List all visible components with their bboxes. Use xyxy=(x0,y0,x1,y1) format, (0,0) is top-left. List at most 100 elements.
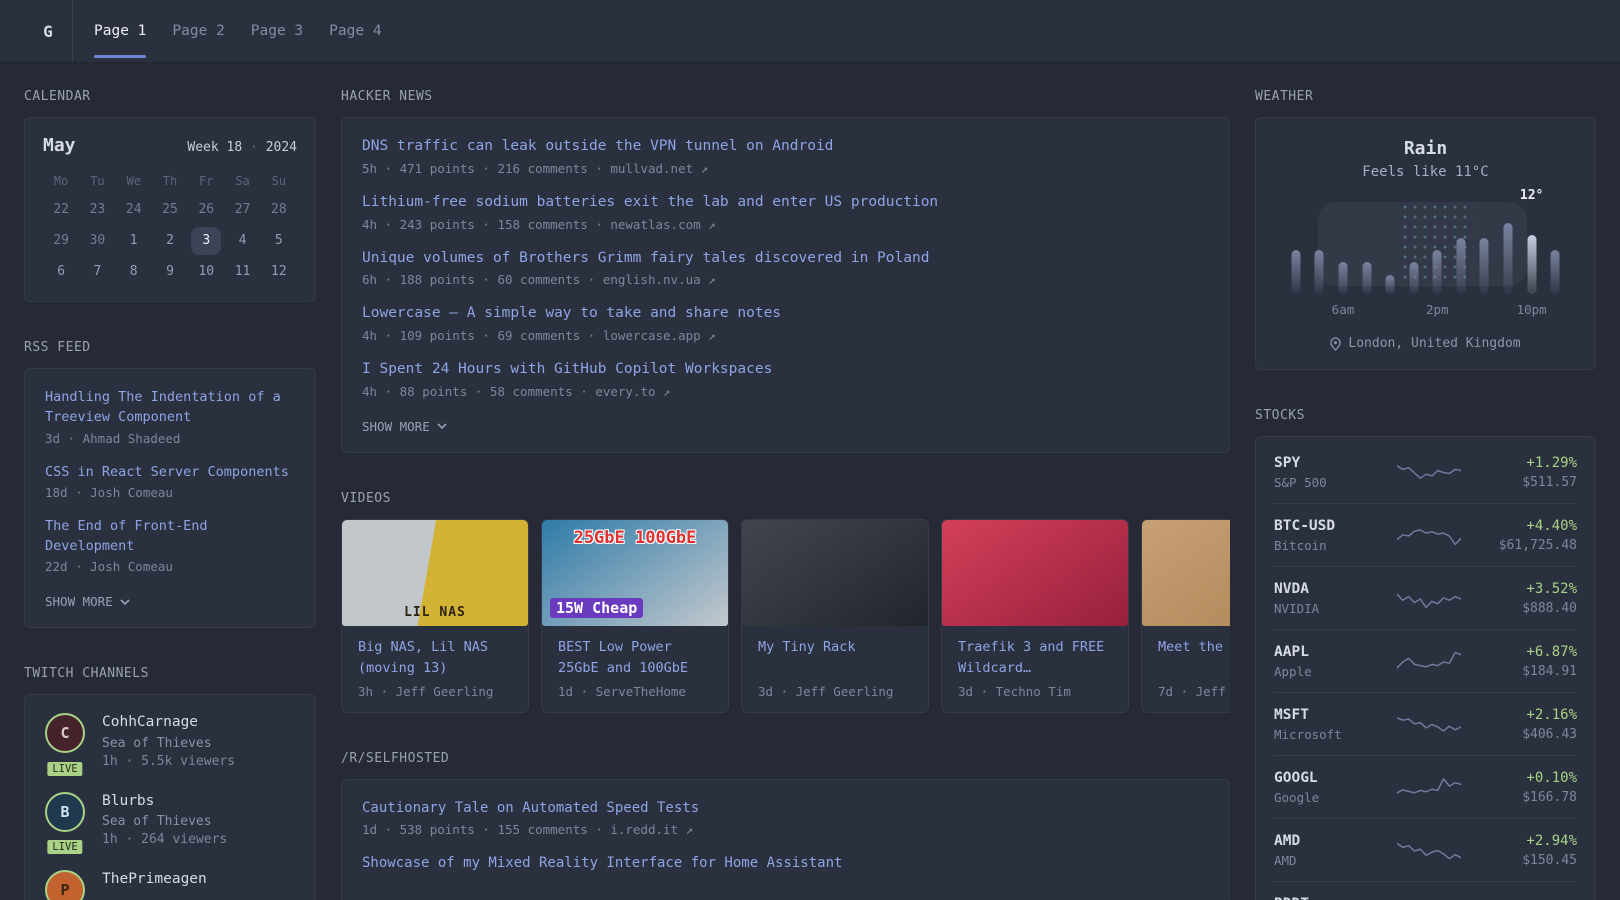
stock-sparkline xyxy=(1382,772,1475,802)
twitch-avatar-wrap: P LIVE xyxy=(43,870,87,900)
calendar-day: 22 xyxy=(53,202,69,217)
twitch-channel[interactable]: C LIVE CohhCarnage Sea of Thieves 1h · 5… xyxy=(43,713,297,778)
video-thumbnail[interactable]: FAS xyxy=(1142,519,1230,626)
calendar-day-grid: 22 23 24 25 26 27 28 29 30 1 2 3 4 5 6 7… xyxy=(43,194,297,287)
section-title: HACKER NEWS xyxy=(341,89,433,104)
twitch-channel-name[interactable]: CohhCarnage xyxy=(102,713,235,733)
weather-condition: Rain xyxy=(1403,138,1448,159)
stock-symbol: NVDA xyxy=(1274,580,1309,597)
stock-row[interactable]: BTC-USD Bitcoin +4.40% $61,725.48 xyxy=(1274,504,1577,567)
avatar: P xyxy=(45,870,85,900)
feed-item-title[interactable]: Unique volumes of Brothers Grimm fairy t… xyxy=(362,248,1209,270)
stock-price: $184.91 xyxy=(1522,663,1577,679)
video-thumbnail[interactable]: LIL NAS xyxy=(342,519,528,626)
stock-name: Google xyxy=(1274,789,1320,805)
stock-price: $888.40 xyxy=(1522,600,1577,616)
video-thumbnail[interactable] xyxy=(742,519,928,626)
dashboard: CALENDAR May Week 18 · 2024 Mo Tu We Th Fr Sa… xyxy=(0,63,1620,900)
calendar-day: 25 xyxy=(162,202,178,217)
calendar-day: 26 xyxy=(198,202,215,217)
calendar-day: 11 xyxy=(234,264,251,279)
weather-temp-bar xyxy=(1385,274,1395,294)
stock-symbol: MSFT xyxy=(1274,706,1309,723)
video-title[interactable]: BEST Low Power 25GbE and 100GbE Switch… xyxy=(558,637,712,679)
video-title[interactable]: My Tiny Rack xyxy=(758,637,912,679)
weather-time-axis: 6am 2pm 10pm xyxy=(1284,302,1567,320)
video-title[interactable]: Meet the Linux Clu xyxy=(1158,637,1230,679)
thumbnail-overlay-text: 25GbE 100GbE xyxy=(573,527,697,548)
nav-tab-label: Page 1 xyxy=(94,23,147,39)
feed-item-title[interactable]: Lithium-free sodium batteries exit the l… xyxy=(362,192,1209,214)
stock-name: Microsoft xyxy=(1274,726,1342,742)
rss-widget: Handling The Indentation of a Treeview C… xyxy=(24,368,316,629)
calendar-widget: May Week 18 · 2024 Mo Tu We Th Fr Sa Su 22 23 … xyxy=(24,117,316,302)
stock-price: $150.45 xyxy=(1522,852,1577,868)
stock-symbol: SPY xyxy=(1274,454,1301,471)
stock-row[interactable]: RDDT Reddit -1.65% xyxy=(1274,882,1577,900)
calendar-weekday: Tu xyxy=(90,174,105,188)
feed-item-title[interactable]: I Spent 24 Hours with GitHub Copilot Wor… xyxy=(362,359,1209,381)
section-title: TWITCH CHANNELS xyxy=(24,666,149,682)
feed-item: Lithium-free sodium batteries exit the l… xyxy=(362,192,1209,232)
feed-item-title[interactable]: Cautionary Tale on Automated Speed Tests xyxy=(362,798,1209,819)
stock-change: +2.16% xyxy=(1526,706,1577,723)
nav-tab[interactable]: Page 4 xyxy=(329,0,381,62)
twitch-channel[interactable]: P LIVE ThePrimeagen xyxy=(43,870,297,900)
stock-change: +3.52% xyxy=(1526,580,1577,597)
calendar-weekday: Fr xyxy=(199,174,214,188)
feed-item-meta: 22d · Josh Comeau xyxy=(45,559,173,575)
hackernews-show-more-button[interactable]: SHOW MORE xyxy=(362,415,1209,438)
feed-item-title[interactable]: DNS traffic can leak outside the VPN tun… xyxy=(362,136,1209,158)
calendar-weekday-row: Mo Tu We Th Fr Sa Su xyxy=(43,168,297,194)
weather-feels-like: Feels like 11°C xyxy=(1362,164,1489,180)
video-card[interactable]: FAS Meet the Linux Clu 7d · Jeff Geerlin… xyxy=(1141,518,1230,713)
rss-section: RSS FEED Handling The Indentation of a T… xyxy=(24,340,316,629)
stock-row[interactable]: AAPL Apple +6.87% $184.91 xyxy=(1274,630,1577,693)
video-card[interactable]: Traefik 3 and FREE Wildcard… 3d · Techno… xyxy=(941,518,1129,713)
video-thumbnail[interactable] xyxy=(942,519,1128,626)
nav-tab[interactable]: Page 3 xyxy=(251,0,303,62)
weather-temp-bar xyxy=(1432,250,1442,294)
stock-row[interactable]: GOOGL Google +0.10% $166.78 xyxy=(1274,756,1577,819)
calendar-day: 30 xyxy=(89,233,106,248)
feed-item-title[interactable]: The End of Front-End Development xyxy=(45,516,295,557)
feed-item-title[interactable]: Lowercase – A simple way to take and sha… xyxy=(362,303,1209,325)
app-logo[interactable]: G xyxy=(24,0,73,62)
feed-item-title[interactable]: CSS in React Server Components xyxy=(45,462,295,482)
weather-section: WEATHER Rain Feels like 11°C 12° 6am 2pm 1… xyxy=(1255,89,1596,370)
calendar-day: 9 xyxy=(166,264,174,279)
thumbnail-overlay-text: LIL NAS xyxy=(404,604,466,620)
twitch-section: TWITCH CHANNELS C LIVE CohhCarnage Sea o… xyxy=(24,666,316,900)
feed-item: Showcase of my Mixed Reality Interface f… xyxy=(362,853,1209,874)
calendar-day: 24 xyxy=(125,202,142,217)
rss-show-more-button[interactable]: SHOW MORE xyxy=(45,590,295,613)
calendar-weekday: Th xyxy=(162,174,178,188)
weather-temp-bar xyxy=(1291,250,1301,294)
center-column: HACKER NEWS DNS traffic can leak outside… xyxy=(341,89,1230,900)
twitch-channel[interactable]: B LIVE Blurbs Sea of Thieves 1h · 264 vi… xyxy=(43,791,297,857)
video-card[interactable]: LIL NAS Big NAS, Lil NAS (moving 13) 3h … xyxy=(341,518,529,713)
twitch-channel-name[interactable]: Blurbs xyxy=(102,792,227,812)
calendar-weekday: Sa xyxy=(235,174,250,188)
feed-item-title[interactable]: Showcase of my Mixed Reality Interface f… xyxy=(362,853,1209,874)
section-title: /R/SELFHOSTED xyxy=(341,750,450,766)
stock-row[interactable]: NVDA NVIDIA +3.52% $888.40 xyxy=(1274,567,1577,630)
stock-change: +0.10% xyxy=(1526,769,1577,786)
stock-name: Bitcoin xyxy=(1274,537,1327,553)
video-card[interactable]: My Tiny Rack 3d · Jeff Geerling xyxy=(741,518,929,713)
stock-row[interactable]: AMD AMD +2.94% $150.45 xyxy=(1274,819,1577,882)
nav-tab[interactable]: Page 1 xyxy=(94,0,147,62)
weather-temp-bar xyxy=(1409,262,1419,294)
stock-name: Apple xyxy=(1274,663,1312,679)
feed-item-title[interactable]: Handling The Indentation of a Treeview C… xyxy=(45,387,295,428)
calendar-day: 29 xyxy=(53,233,69,248)
video-title[interactable]: Traefik 3 and FREE Wildcard… xyxy=(958,637,1112,679)
video-thumbnail[interactable]: 25GbE 100GbE 15W Cheap xyxy=(542,519,728,626)
twitch-channel-name[interactable]: ThePrimeagen xyxy=(102,870,207,890)
nav-tab[interactable]: Page 2 xyxy=(172,0,224,62)
video-title[interactable]: Big NAS, Lil NAS (moving 13) xyxy=(358,637,512,679)
stock-row[interactable]: MSFT Microsoft +2.16% $406.43 xyxy=(1274,693,1577,756)
calendar-day: 23 xyxy=(89,202,106,217)
video-card[interactable]: 25GbE 100GbE 15W Cheap BEST Low Power 25… xyxy=(541,518,729,713)
stock-row[interactable]: SPY S&P 500 +1.29% $511.57 xyxy=(1274,441,1577,504)
